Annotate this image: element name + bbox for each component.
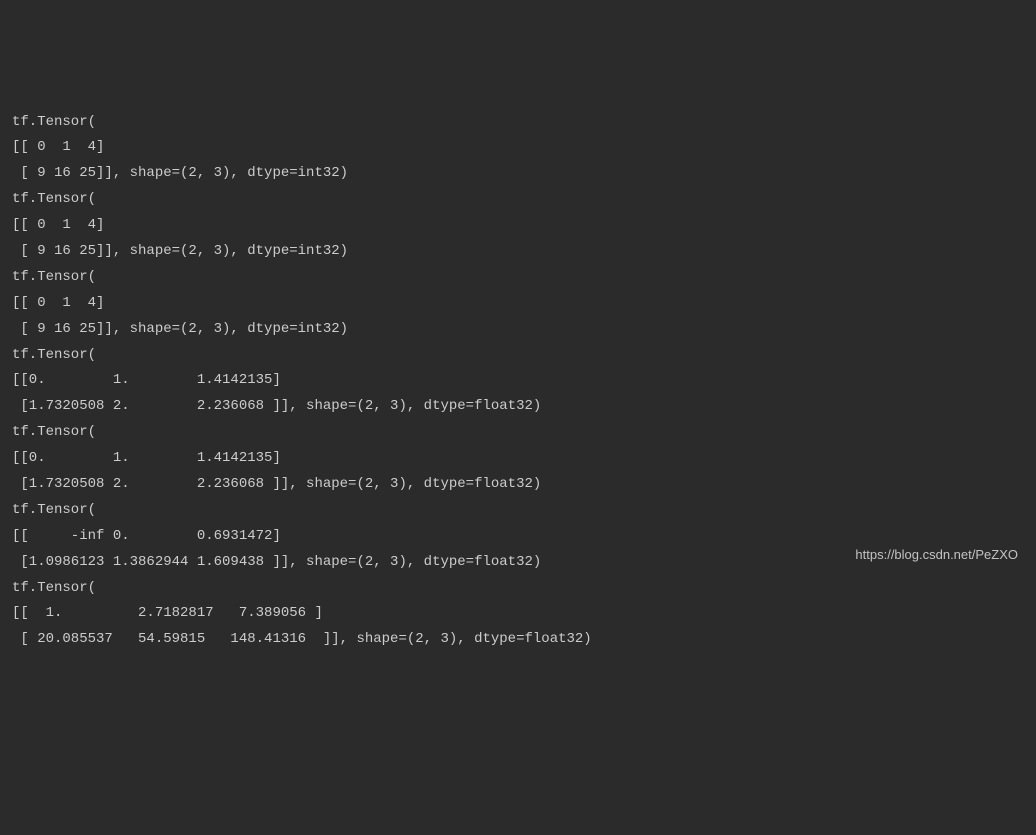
output-line: tf.Tensor( bbox=[12, 420, 1024, 446]
output-line: [[ 0 1 4] bbox=[12, 213, 1024, 239]
output-line: tf.Tensor( bbox=[12, 265, 1024, 291]
output-line: tf.Tensor( bbox=[12, 187, 1024, 213]
output-line: tf.Tensor( bbox=[12, 110, 1024, 136]
output-line: [[ 1. 2.7182817 7.389056 ] bbox=[12, 601, 1024, 627]
output-line: tf.Tensor( bbox=[12, 343, 1024, 369]
output-line: [[ 0 1 4] bbox=[12, 135, 1024, 161]
output-line: [ 20.085537 54.59815 148.41316 ]], shape… bbox=[12, 627, 1024, 653]
output-line: [[ 0 1 4] bbox=[12, 291, 1024, 317]
output-line: tf.Tensor( bbox=[12, 498, 1024, 524]
console-output: tf.Tensor([[ 0 1 4] [ 9 16 25]], shape=(… bbox=[12, 110, 1024, 654]
output-line: [[0. 1. 1.4142135] bbox=[12, 446, 1024, 472]
output-line: [ 9 16 25]], shape=(2, 3), dtype=int32) bbox=[12, 239, 1024, 265]
output-line: [1.7320508 2. 2.236068 ]], shape=(2, 3),… bbox=[12, 394, 1024, 420]
output-line: [ 9 16 25]], shape=(2, 3), dtype=int32) bbox=[12, 317, 1024, 343]
output-line: [ 9 16 25]], shape=(2, 3), dtype=int32) bbox=[12, 161, 1024, 187]
output-line: [[0. 1. 1.4142135] bbox=[12, 368, 1024, 394]
watermark-text: https://blog.csdn.net/PeZXO bbox=[855, 543, 1018, 567]
output-line: [1.7320508 2. 2.236068 ]], shape=(2, 3),… bbox=[12, 472, 1024, 498]
output-line: tf.Tensor( bbox=[12, 576, 1024, 602]
